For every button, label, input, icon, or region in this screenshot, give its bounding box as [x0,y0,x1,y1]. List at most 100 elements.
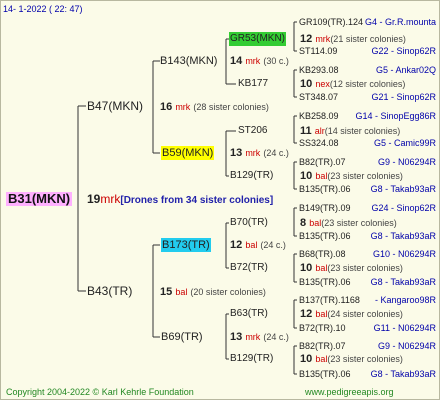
node-b59[interactable]: B59(MKN) [161,146,215,160]
leaf-region: G21 - Sinop62R [371,92,436,102]
b47-note: (28 sister colonies) [193,102,269,112]
node-b70[interactable]: B70(TR) [230,216,268,230]
b47-number: 16 [160,101,173,113]
node-b129b[interactable]: B129(TR) [230,352,273,366]
root-number: 19 [87,192,101,206]
leaf-id[interactable]: KB293.08 [299,63,339,77]
footer-copyright: Copyright 2004-2022 © Karl Kehrle Founda… [6,387,194,397]
leaf-id[interactable]: B135(TR).06 [299,182,351,196]
b129a-drone-info: 10 bal(23 sister colonies) [300,169,403,183]
node-gr53[interactable]: GR53(MKN) [229,32,287,46]
node-b129a[interactable]: B129(TR) [230,169,273,183]
b43-number: 15 [160,286,173,298]
leaf-id[interactable]: B82(TR).07 [299,155,346,169]
gr53-mark: mrk [315,34,331,44]
b129a-mark: bal [315,171,328,181]
leaf-id[interactable]: B137(TR).1168 [299,293,360,307]
b129b-number: 10 [300,353,313,365]
leaf-region: G24 - Sinop62R [371,203,436,213]
b143-mark: mrk [245,56,261,66]
gr53-note: (21 sister colonies) [330,34,406,44]
kb177-mark: nex [315,79,330,89]
b72-number: 10 [300,262,313,274]
leaf-id[interactable]: B149(TR).09 [299,201,351,215]
leaf-id[interactable]: B82(TR).07 [299,339,346,353]
leaf-region: G8 - Takab93aR [370,184,436,194]
report-date: 14- 1-2022 ( 22: 47) [3,4,83,14]
b47-drone-info: 16 mrk (28 sister colonies) [160,100,269,114]
b47-mark: mrk [175,102,191,112]
leaf-id[interactable]: SS324.08 [299,136,339,150]
b69-note: (24 c.) [263,332,289,342]
b70-number: 8 [300,217,307,229]
leaf-region: G14 - SinopEgg86R [355,111,436,121]
leaf-id[interactable]: B135(TR).06 [299,229,351,243]
b173-number: 12 [230,239,243,251]
leaf-id[interactable]: B68(TR).08 [299,247,346,261]
b69-drone-info: 13 mrk (24 c.) [230,330,289,344]
leaf-id[interactable]: ST114.09 [299,44,337,58]
b63-number: 12 [300,308,313,320]
root-mark: mrk [100,192,121,206]
b173-drone-info: 12 bal (24 c.) [230,238,286,252]
b129b-mark: bal [315,354,328,364]
root-note: [Drones from 34 sister colonies] [120,195,274,206]
leaf-region: G8 - Takab93aR [370,277,436,287]
node-b69[interactable]: B69(TR) [161,330,203,344]
node-b173[interactable]: B173(TR) [161,238,211,252]
b72-note: (23 sister colonies) [327,263,403,273]
leaf-id[interactable]: ST348.07 [299,90,338,104]
leaf-id[interactable]: KB258.09 [299,109,339,123]
node-b43[interactable]: B43(TR) [87,284,132,298]
leaf-id[interactable]: GR109(TR).124 [299,15,363,29]
leaf-region: G22 - Sinop62R [371,46,436,56]
b59-number: 13 [230,147,243,159]
leaf-region: G8 - Takab93aR [370,369,436,379]
b173-note: (24 c.) [260,240,286,250]
root-drone-info: 19mrk[Drones from 34 sister colonies] [87,192,273,208]
b129b-drone-info: 10 bal(23 sister colonies) [300,352,403,366]
b63-drone-info: 12 bal(24 sister colonies) [300,307,403,321]
b69-number: 13 [230,331,243,343]
node-st206[interactable]: ST206 [238,124,267,138]
b43-drone-info: 15 bal (20 sister colonies) [160,285,266,299]
leaf-id[interactable]: B135(TR).06 [299,275,351,289]
leaf-id[interactable]: B135(TR).06 [299,367,351,381]
leaf-id[interactable]: B72(TR).10 [299,321,346,335]
b43-note: (20 sister colonies) [190,287,266,297]
footer-site[interactable]: www.pedigreeapis.org [305,385,394,399]
b59-drone-info: 13 mrk (24 c.) [230,146,289,160]
b59-mark: mrk [245,148,261,158]
b143-number: 14 [230,55,243,67]
b173-mark: bal [245,240,258,250]
node-b72[interactable]: B72(TR) [230,261,268,275]
leaf-region: G5 - Camic99R [373,138,436,148]
node-b143[interactable]: B143(MKN) [160,54,217,68]
kb177-drone-info: 10 nex(12 sister colonies) [300,77,405,91]
b43-mark: bal [175,287,188,297]
b72-drone-info: 10 bal(23 sister colonies) [300,261,403,275]
leaf-region: G5 - Ankar02Q [375,65,436,75]
leaf-region: - Kangaroo98R [374,295,436,305]
b129a-number: 10 [300,170,313,182]
b59-note: (24 c.) [263,148,289,158]
b129b-note: (23 sister colonies) [327,354,403,364]
b69-mark: mrk [245,332,261,342]
b70-note: (23 sister colonies) [321,218,397,228]
leaf-region: G9 - N06294R [377,157,436,167]
kb177-number: 10 [300,78,313,90]
root-queen[interactable]: B31(MKN) [6,192,73,206]
leaf-region: G9 - N06294R [377,341,436,351]
leaf-region: G11 - N06294R [373,323,436,333]
b63-note: (24 sister colonies) [327,309,403,319]
leaf-region: G8 - Takab93aR [370,231,436,241]
node-kb177[interactable]: KB177 [238,77,268,91]
leaf-region: G10 - N06294R [372,249,436,259]
node-b47[interactable]: B47(MKN) [87,99,143,113]
st206-mark: alr [314,126,325,136]
b70-drone-info: 8 bal(23 sister colonies) [300,216,397,230]
b143-drone-info: 14 mrk (30 c.) [230,54,289,68]
b63-mark: bal [315,309,328,319]
node-b63[interactable]: B63(TR) [230,307,268,321]
st206-note: (14 sister colonies) [324,126,401,136]
